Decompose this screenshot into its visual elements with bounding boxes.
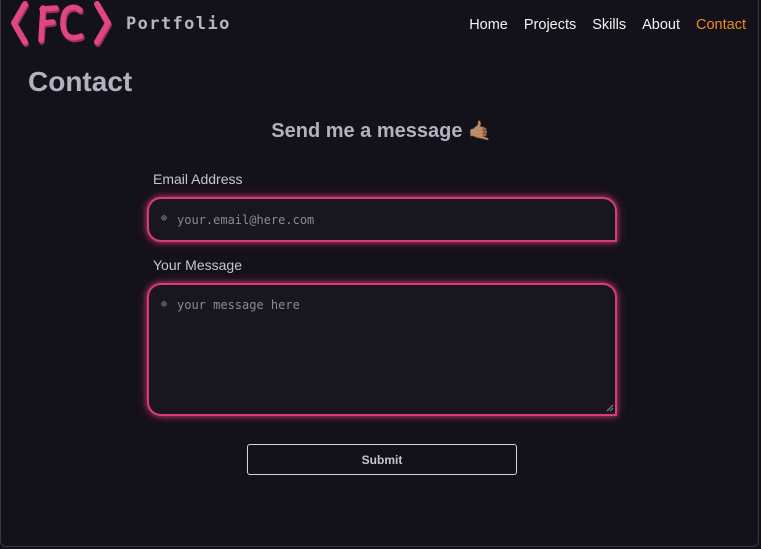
app-frame: Portfolio Home Projects Skills About Con… <box>0 0 759 547</box>
message-textarea[interactable] <box>147 283 617 416</box>
brand-name[interactable]: Portfolio <box>126 14 231 34</box>
nav-link-contact[interactable]: Contact <box>696 17 746 33</box>
nav-link-about[interactable]: About <box>642 17 680 33</box>
fc-logo-icon[interactable] <box>9 0 115 52</box>
call-me-hand-icon: 🤙🏽 <box>468 121 492 142</box>
main-nav: Home Projects Skills About Contact <box>469 17 746 33</box>
form-heading-text: Send me a message <box>271 120 463 142</box>
resize-handle-icon[interactable] <box>606 404 614 412</box>
submit-button[interactable]: Submit <box>247 444 517 475</box>
page-title: Contact <box>28 66 133 97</box>
nav-link-projects[interactable]: Projects <box>524 17 576 33</box>
nav-link-skills[interactable]: Skills <box>592 17 626 33</box>
circle-dot-icon: ⊚ <box>161 213 168 224</box>
nav-link-home[interactable]: Home <box>469 17 508 33</box>
email-input[interactable] <box>147 197 617 242</box>
circle-dot-icon: ⊚ <box>161 299 168 310</box>
form-heading: Send me a message 🤙🏽 <box>1 119 761 143</box>
email-label: Email Address <box>153 171 243 187</box>
message-label: Your Message <box>153 257 242 273</box>
